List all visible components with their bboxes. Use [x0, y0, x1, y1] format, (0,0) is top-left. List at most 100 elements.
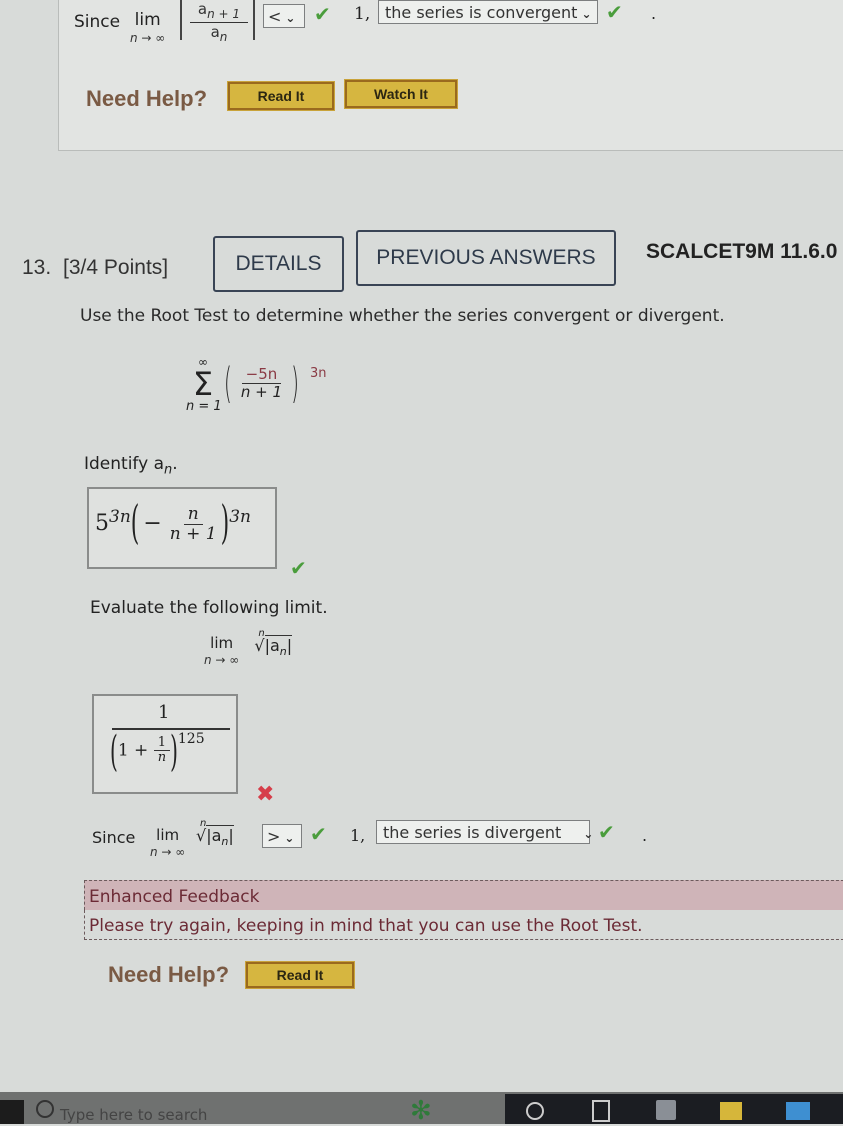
- limit-answer-box[interactable]: 1 (1 + 1 n)125: [92, 694, 238, 794]
- evaluate-label: Evaluate the following limit.: [90, 598, 328, 618]
- prev-since-label: Since: [74, 12, 121, 32]
- comparison-select[interactable]: > ⌄: [262, 824, 302, 848]
- identify-period: .: [172, 454, 178, 474]
- inner-num: 1: [153, 735, 171, 752]
- series-denominator: n + 1: [240, 382, 283, 401]
- inner-fraction: 1n: [153, 735, 171, 766]
- root-index: n: [200, 818, 207, 829]
- question-number: 13. [3/4 Points]: [22, 256, 168, 280]
- period: .: [651, 4, 657, 23]
- lim-text: lim: [134, 10, 161, 30]
- radicand-close: |: [286, 636, 293, 655]
- an-exponent: 3n: [229, 506, 251, 527]
- select-value: the series is convergent: [385, 3, 578, 22]
- since-root: n √|an|: [196, 818, 234, 848]
- right-paren: ): [220, 497, 230, 551]
- ratio-den: a: [210, 23, 220, 41]
- right-paren: ): [170, 725, 178, 776]
- read-it-button[interactable]: Read It: [245, 961, 355, 989]
- limit-numerator: 1: [158, 702, 170, 723]
- lim-subscript: n → ∞: [130, 31, 166, 45]
- series-fraction: −5n n + 1: [237, 366, 286, 400]
- conclusion-select[interactable]: the series is divergent ⌄: [376, 820, 594, 844]
- root-index: n: [258, 628, 265, 639]
- ratio-num: a: [197, 0, 208, 18]
- lim-subscript: n → ∞: [150, 845, 186, 859]
- one-label: 1,: [350, 826, 366, 845]
- radicand: |a: [264, 636, 280, 655]
- task-view-icon[interactable]: [592, 1100, 610, 1122]
- enhanced-feedback-title: Enhanced Feedback: [84, 880, 843, 910]
- details-button[interactable]: DETAILS: [213, 236, 344, 292]
- identify-sub: n: [164, 462, 173, 478]
- cortana-icon[interactable]: [526, 1102, 544, 1120]
- radicand-close: |: [228, 826, 234, 845]
- limit-expression: lim n → ∞ n √|an|: [204, 628, 293, 667]
- ratio-num-sub: n + 1: [207, 7, 241, 21]
- previous-answers-button[interactable]: PREVIOUS ANSWERS: [356, 230, 616, 286]
- watch-it-button[interactable]: Watch It: [344, 79, 458, 109]
- right-paren: ): [291, 357, 299, 409]
- chevron-down-icon: ⌄: [583, 827, 594, 841]
- identify-text: Identify a: [84, 454, 164, 474]
- chevron-down-icon: ⌄: [581, 7, 592, 21]
- radicand: |a: [206, 826, 222, 845]
- nth-root: n √|an|: [254, 628, 293, 659]
- enhanced-feedback-message: Please try again, keeping in mind that y…: [84, 910, 843, 940]
- sigma-icon: Σ: [192, 365, 214, 403]
- correct-check-icon: ✔: [290, 556, 307, 580]
- limit-exponent: 125: [177, 730, 205, 747]
- chevron-down-icon: ⌄: [285, 11, 296, 25]
- series-term: ( −5n n + 1 ): [224, 358, 299, 408]
- an-numerator: n: [183, 505, 203, 525]
- since-lim: lim n → ∞: [150, 828, 186, 859]
- identify-label: Identify an.: [84, 454, 178, 477]
- an-expression: 53n(− n n + 1)3n: [95, 498, 251, 551]
- abs-bar-left: [180, 0, 182, 40]
- prev-lim: lim n → ∞: [130, 10, 166, 45]
- since-label: Since: [92, 828, 136, 847]
- ratio-den-sub: n: [219, 30, 228, 44]
- correct-check-icon: ✔: [310, 822, 327, 846]
- select-value: the series is divergent: [383, 823, 562, 842]
- incorrect-x-icon: ✖: [256, 782, 275, 807]
- left-paren: (: [130, 497, 140, 551]
- windows-start-icon[interactable]: [0, 1100, 24, 1124]
- limit-denominator: (1 + 1 n)125: [110, 726, 205, 776]
- minus-sign: −: [143, 511, 162, 537]
- sum-lower-limit: n = 1: [186, 399, 222, 414]
- series-numerator: −5n: [241, 366, 282, 384]
- file-explorer-icon[interactable]: [720, 1102, 742, 1120]
- need-help-label: Need Help?: [86, 86, 208, 111]
- an-answer-box[interactable]: 53n(− n n + 1)3n: [87, 487, 277, 569]
- question-prompt: Use the Root Test to determine whether t…: [80, 306, 725, 326]
- left-paren: (: [224, 357, 232, 409]
- select-value: <: [268, 7, 282, 26]
- prev-conclusion-select[interactable]: the series is convergent ⌄: [378, 0, 598, 24]
- select-value: >: [267, 827, 281, 846]
- read-it-button[interactable]: Read It: [227, 81, 335, 111]
- search-icon: [36, 1100, 54, 1118]
- radicand-sub: n: [279, 645, 287, 659]
- chevron-down-icon: ⌄: [284, 831, 295, 845]
- correct-check-icon: ✔: [598, 820, 615, 844]
- an-base: 5: [95, 511, 109, 537]
- an-denominator: n + 1: [169, 523, 217, 544]
- lim: lim n → ∞: [204, 634, 240, 667]
- period: .: [642, 826, 648, 845]
- prev-one-label: 1,: [354, 4, 371, 24]
- mail-icon[interactable]: [786, 1102, 810, 1120]
- lim-subscript: n → ∞: [204, 653, 240, 667]
- need-help-label: Need Help?: [108, 962, 230, 987]
- an-base-exponent: 3n: [109, 506, 131, 527]
- course-code: SCALCET9M 11.6.0: [646, 240, 838, 263]
- plant-wallpaper-decoration: ✻: [410, 1096, 432, 1126]
- store-icon[interactable]: [656, 1100, 676, 1120]
- question-number-text: 13.: [22, 256, 52, 279]
- inner-one-plus: 1 +: [117, 740, 149, 761]
- abs-bar-right: [253, 0, 255, 40]
- lim-text: lim: [210, 634, 234, 652]
- taskbar-search-input[interactable]: Type here to search: [60, 1106, 207, 1124]
- question-points: [3/4 Points]: [63, 256, 169, 279]
- prev-comparison-select[interactable]: < ⌄: [263, 4, 305, 28]
